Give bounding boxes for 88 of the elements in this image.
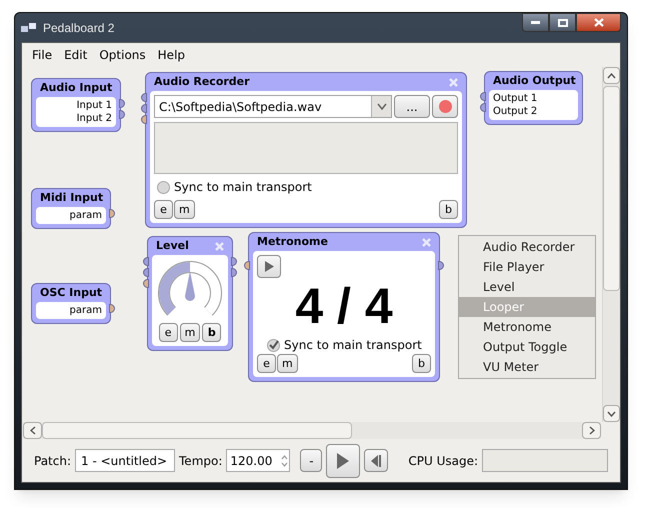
port-connector-icon[interactable] — [231, 257, 237, 266]
toggle-button[interactable]: e — [154, 200, 173, 219]
menu-item[interactable]: Edit — [60, 46, 92, 64]
menu-item[interactable]: VU Meter — [459, 357, 595, 377]
menu-item[interactable]: Level — [459, 277, 595, 297]
patch-field[interactable]: 1 - <untitled> — [75, 449, 176, 472]
port-connector-icon[interactable] — [143, 279, 149, 288]
node-title: Level — [156, 238, 189, 254]
chevron-left-icon[interactable] — [23, 422, 42, 439]
toggle-button[interactable]: m — [174, 200, 195, 219]
record-icon — [438, 100, 452, 113]
node-title: Audio Recorder — [154, 74, 250, 90]
port-label: Input 1 — [76, 99, 112, 112]
scrollbar-thumb[interactable] — [603, 86, 620, 291]
menu-item[interactable]: Help — [154, 46, 190, 64]
node-title: OSC Input — [40, 284, 102, 301]
node-title: Audio Output — [493, 72, 576, 89]
port-label: Input 2 — [76, 112, 112, 125]
rewind-button[interactable] — [364, 449, 388, 472]
close-button[interactable] — [576, 13, 621, 32]
vertical-scrollbar[interactable] — [602, 67, 620, 422]
node-title: Midi Input — [40, 190, 104, 206]
port-label: Output 1 — [493, 92, 538, 105]
menu-item[interactable]: Audio Recorder — [459, 237, 595, 257]
menu-item[interactable]: File — [28, 46, 56, 64]
port-connector-icon[interactable] — [143, 268, 149, 277]
toggle-button[interactable]: b — [412, 354, 431, 373]
port-connector-icon[interactable] — [231, 268, 237, 277]
port-connector-icon[interactable] — [480, 92, 486, 101]
port-connector-icon[interactable] — [119, 99, 125, 108]
port-connector-icon[interactable] — [244, 261, 250, 270]
play-icon — [337, 452, 350, 468]
port-label: param — [70, 209, 102, 222]
checkbox-label: Sync to main transport — [174, 179, 312, 196]
chevron-down-icon — [371, 96, 391, 117]
checkbox[interactable] — [157, 180, 170, 194]
chevron-right-icon[interactable] — [582, 422, 601, 439]
maximize-button[interactable] — [549, 13, 576, 32]
file-dropdown[interactable]: C:\Softpedia\Softpedia.wav — [154, 95, 392, 118]
play-button[interactable] — [326, 444, 360, 478]
node-title: Audio Input — [40, 80, 112, 96]
toggle-button[interactable]: e — [158, 323, 178, 342]
tempo-spinbox[interactable]: 120.00 — [226, 449, 290, 472]
minimize-icon — [531, 21, 540, 24]
play-button[interactable] — [257, 255, 281, 278]
port-connector-icon[interactable] — [143, 257, 149, 266]
patch-label: Patch: — [34, 452, 72, 470]
toggle-button[interactable]: b — [202, 323, 222, 342]
port-connector-icon[interactable] — [480, 103, 486, 112]
rewind-icon — [370, 454, 382, 466]
window-title: Pedalboard 2 — [43, 20, 114, 36]
menu-item[interactable]: Options — [95, 46, 150, 64]
port-connector-icon[interactable] — [141, 115, 147, 124]
menu-item[interactable]: Metronome — [459, 317, 595, 337]
tempo-label: Tempo: — [179, 452, 222, 470]
port-connector-icon[interactable] — [109, 209, 115, 218]
browse-button[interactable]: ... — [394, 95, 430, 118]
minus-button[interactable]: - — [300, 449, 322, 472]
port-connector-icon[interactable] — [141, 104, 147, 113]
chevron-up-icon[interactable] — [603, 67, 620, 84]
port-label: Output 2 — [493, 105, 538, 118]
toggle-button[interactable]: m — [277, 354, 298, 373]
port-connector-icon[interactable] — [109, 304, 115, 313]
toggle-button[interactable]: b — [439, 200, 458, 219]
horizontal-scrollbar[interactable] — [23, 422, 601, 439]
menu-item[interactable]: Output Toggle — [459, 337, 595, 357]
menu-item[interactable]: File Player — [459, 257, 595, 277]
checkbox[interactable] — [267, 338, 280, 352]
chevron-down-icon[interactable] — [603, 405, 620, 422]
port-label: param — [70, 304, 102, 317]
spin-arrows-icon[interactable] — [281, 454, 288, 468]
close-icon — [594, 18, 604, 27]
port-connector-icon[interactable] — [438, 261, 444, 270]
port-connector-icon[interactable] — [141, 93, 147, 102]
port-connector-icon[interactable] — [119, 110, 125, 119]
cpu-usage-label: CPU Usage: — [408, 452, 478, 470]
play-icon — [264, 261, 274, 272]
record-button[interactable] — [432, 95, 458, 118]
app-icon — [21, 22, 37, 34]
node-title: Metronome — [257, 234, 328, 250]
maximize-icon — [558, 18, 568, 26]
toggle-button[interactable]: m — [180, 323, 200, 342]
time-signature: 4 / 4 — [295, 278, 393, 334]
minimize-button[interactable] — [522, 13, 549, 32]
checkbox-label: Sync to main transport — [284, 337, 422, 354]
dial-needle-icon — [185, 271, 195, 301]
toggle-button[interactable]: e — [257, 354, 276, 373]
scrollbar-thumb[interactable] — [42, 422, 352, 439]
